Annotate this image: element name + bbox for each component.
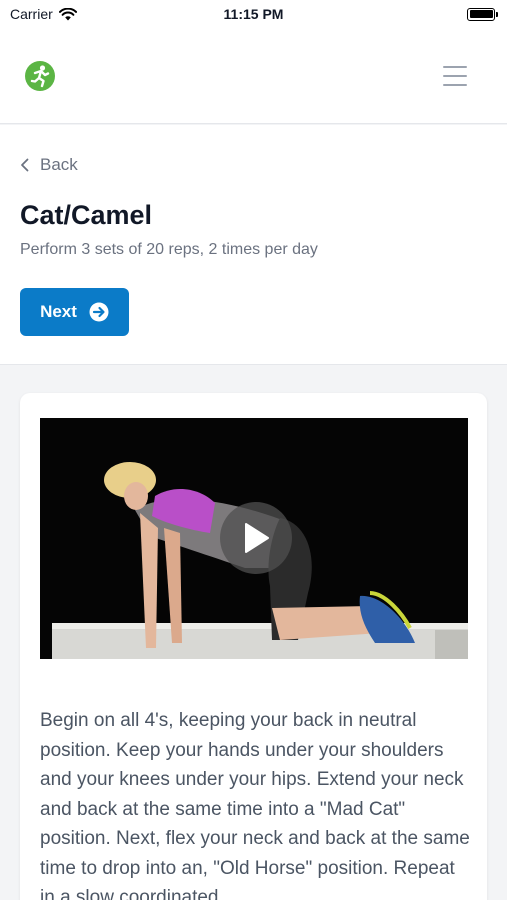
- exercise-video[interactable]: [40, 418, 468, 659]
- carrier-label: Carrier: [10, 6, 53, 22]
- next-label: Next: [40, 302, 77, 321]
- app-header: [0, 28, 507, 124]
- exercise-card: Begin on all 4's, keeping your back in n…: [20, 393, 487, 900]
- hamburger-menu-icon[interactable]: [443, 65, 467, 86]
- runner-logo-icon[interactable]: [24, 60, 56, 92]
- exercise-description: Begin on all 4's, keeping your back in n…: [40, 710, 470, 900]
- play-button[interactable]: [220, 502, 292, 574]
- page-title: Cat/Camel: [20, 200, 153, 230]
- wifi-icon: [58, 7, 77, 20]
- status-bar: Carrier 11:15 PM: [0, 0, 507, 28]
- chevron-left-icon: [21, 158, 29, 172]
- status-left: Carrier: [10, 6, 77, 22]
- battery-icon: [467, 7, 498, 21]
- arrow-right-circle-icon: [89, 302, 109, 322]
- exercise-prescription: Perform 3 sets of 20 reps, 2 times per d…: [20, 241, 318, 258]
- status-time: 11:15 PM: [223, 6, 284, 22]
- exercise-header-section: Back Cat/Camel Perform 3 sets of 20 reps…: [0, 125, 507, 365]
- back-label: Back: [40, 155, 78, 174]
- back-button[interactable]: Back: [20, 155, 78, 175]
- next-button[interactable]: Next: [20, 288, 129, 336]
- play-icon: [245, 523, 269, 553]
